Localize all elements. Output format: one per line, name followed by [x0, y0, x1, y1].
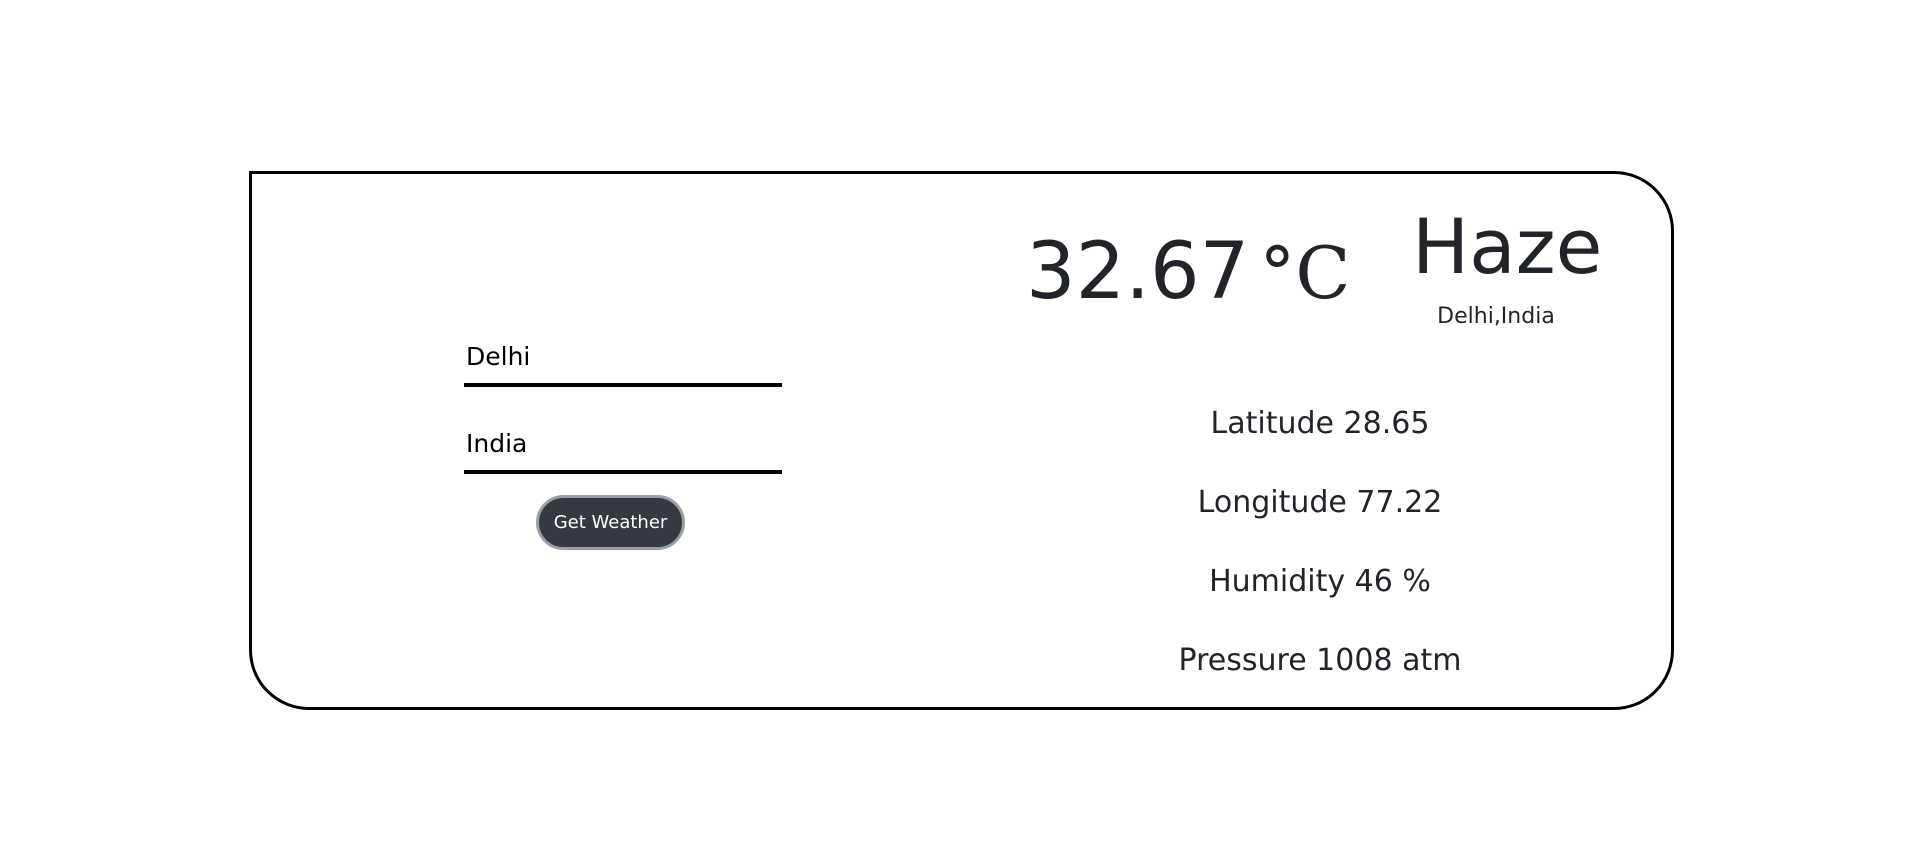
temperature-display: 32.67 °C: [1026, 222, 1350, 323]
get-weather-button[interactable]: Get Weather: [536, 495, 685, 550]
location-label: Delhi,India: [1437, 304, 1555, 329]
latitude-stat: Latitude 28.65: [1210, 406, 1430, 441]
longitude-stat: Longitude 77.22: [1197, 485, 1443, 520]
temperature-unit: °C: [1259, 231, 1351, 315]
city-input[interactable]: [464, 340, 782, 387]
country-input[interactable]: [464, 427, 782, 474]
temperature-value: 32.67: [1026, 227, 1250, 317]
pressure-stat: Pressure 1008 atm: [1178, 643, 1462, 678]
weather-condition: Haze: [1412, 202, 1603, 291]
humidity-stat: Humidity 46 %: [1209, 564, 1431, 599]
